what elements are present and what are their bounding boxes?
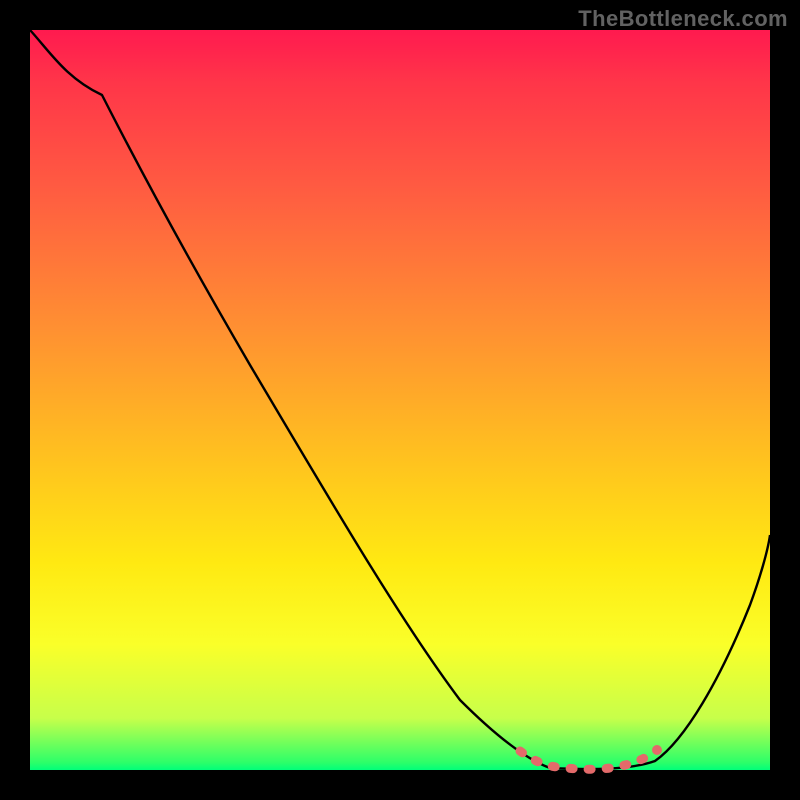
curve-layer bbox=[30, 30, 770, 770]
chart-canvas: TheBottleneck.com bbox=[0, 0, 800, 800]
optimal-range-end-dot bbox=[652, 745, 662, 755]
watermark-text: TheBottleneck.com bbox=[578, 6, 788, 32]
bottleneck-curve bbox=[30, 30, 770, 769]
plot-area bbox=[30, 30, 770, 770]
